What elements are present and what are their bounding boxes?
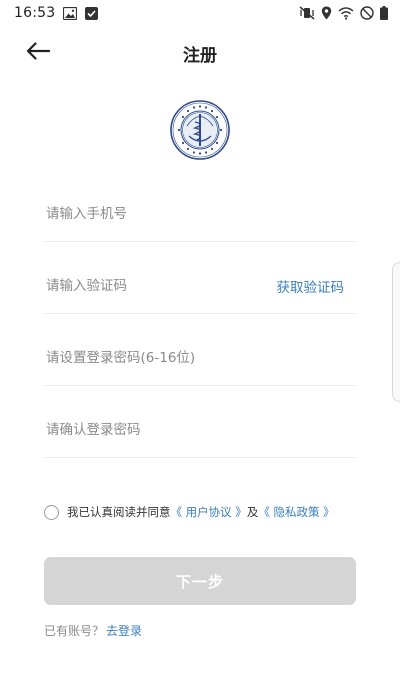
agreement-text: 我已认真阅读并同意 [67, 505, 171, 519]
status-time: 16:53 [14, 5, 56, 21]
get-code-button[interactable]: 获取验证码 [277, 258, 345, 314]
user-agreement-link[interactable]: 《 用户协议 》 [171, 504, 247, 520]
go-login-link[interactable]: 去登录 [106, 622, 142, 639]
privacy-policy-link[interactable]: 《 隐私政策 》 [258, 504, 334, 520]
header: 注册 [0, 30, 400, 76]
do-not-disturb-icon [360, 6, 374, 20]
phone-input[interactable] [44, 186, 356, 241]
back-button[interactable] [22, 38, 54, 68]
verification-code-field: 获取验证码 [44, 258, 356, 314]
phone-field [44, 186, 356, 242]
vibrate-mute-icon [299, 6, 315, 20]
status-bar: 16:53 [0, 0, 400, 26]
location-icon [321, 6, 332, 20]
status-left: 16:53 [14, 5, 99, 21]
confirm-password-input[interactable] [44, 402, 356, 457]
agreement-row: 我已认真阅读并同意 《 用户协议 》 及 《 隐私政策 》 [44, 502, 374, 522]
next-button[interactable]: 下一步 [44, 557, 356, 605]
password-field [44, 330, 356, 386]
hospital-logo [170, 100, 230, 160]
check-box-icon [85, 6, 99, 20]
page-title: 注册 [183, 45, 217, 66]
password-input[interactable] [44, 330, 356, 385]
status-right [299, 6, 388, 20]
agreement-and: 及 [246, 505, 259, 519]
arrow-left-icon [26, 42, 51, 64]
login-hint-text: 已有账号？ [44, 624, 105, 638]
edge-panel-handle[interactable] [392, 262, 400, 402]
confirm-password-field [44, 402, 356, 458]
wifi-icon [338, 6, 354, 20]
agree-checkbox[interactable] [44, 504, 59, 520]
login-hint: 已有账号？ 去登录 [44, 622, 142, 639]
battery-icon [380, 6, 388, 20]
gallery-icon [63, 6, 78, 20]
